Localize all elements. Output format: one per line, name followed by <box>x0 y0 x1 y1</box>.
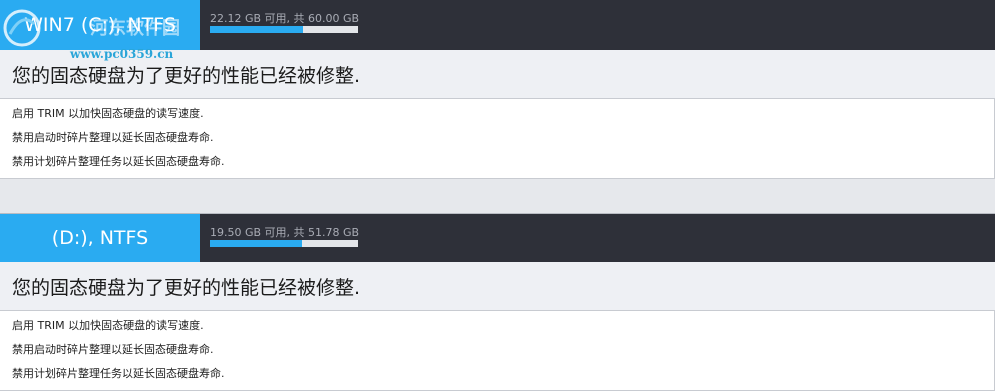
status-message: 您的固态硬盘为了更好的性能已经被修整. <box>0 50 995 99</box>
capacity-text: 19.50 GB 可用, 共 51.78 GB <box>210 226 360 239</box>
status-message: 您的固态硬盘为了更好的性能已经被修整. <box>0 262 995 311</box>
drive-panel-c: WIN7 (C:), NTFS 22.12 GB 可用, 共 60.00 GB … <box>0 0 995 179</box>
capacity-bar <box>210 240 358 247</box>
capacity-fill <box>210 26 304 33</box>
capacity-text: 22.12 GB 可用, 共 60.00 GB <box>210 12 360 25</box>
drive-header: (D:), NTFS 19.50 GB 可用, 共 51.78 GB <box>0 213 995 262</box>
capacity-bar <box>210 26 358 33</box>
capacity-area: 22.12 GB 可用, 共 60.00 GB <box>200 0 995 50</box>
details-list: 启用 TRIM 以加快固态硬盘的读写速度. 禁用启动时碎片整理以延长固态硬盘寿命… <box>0 311 995 391</box>
detail-item: 禁用启动时碎片整理以延长固态硬盘寿命. <box>12 343 214 356</box>
detail-item: 启用 TRIM 以加快固态硬盘的读写速度. <box>12 319 204 332</box>
capacity-fill <box>210 240 302 247</box>
detail-item: 禁用启动时碎片整理以延长固态硬盘寿命. <box>12 131 214 144</box>
detail-item: 禁用计划碎片整理任务以延长固态硬盘寿命. <box>12 367 225 380</box>
details-list: 启用 TRIM 以加快固态硬盘的读写速度. 禁用启动时碎片整理以延长固态硬盘寿命… <box>0 99 995 179</box>
drive-label[interactable]: (D:), NTFS <box>0 214 200 262</box>
capacity-area: 19.50 GB 可用, 共 51.78 GB <box>200 214 995 262</box>
drive-label[interactable]: WIN7 (C:), NTFS <box>0 0 200 50</box>
detail-item: 启用 TRIM 以加快固态硬盘的读写速度. <box>12 107 204 120</box>
drive-header: WIN7 (C:), NTFS 22.12 GB 可用, 共 60.00 GB <box>0 0 995 50</box>
detail-item: 禁用计划碎片整理任务以延长固态硬盘寿命. <box>12 155 225 168</box>
drive-panel-d: (D:), NTFS 19.50 GB 可用, 共 51.78 GB 您的固态硬… <box>0 213 995 391</box>
